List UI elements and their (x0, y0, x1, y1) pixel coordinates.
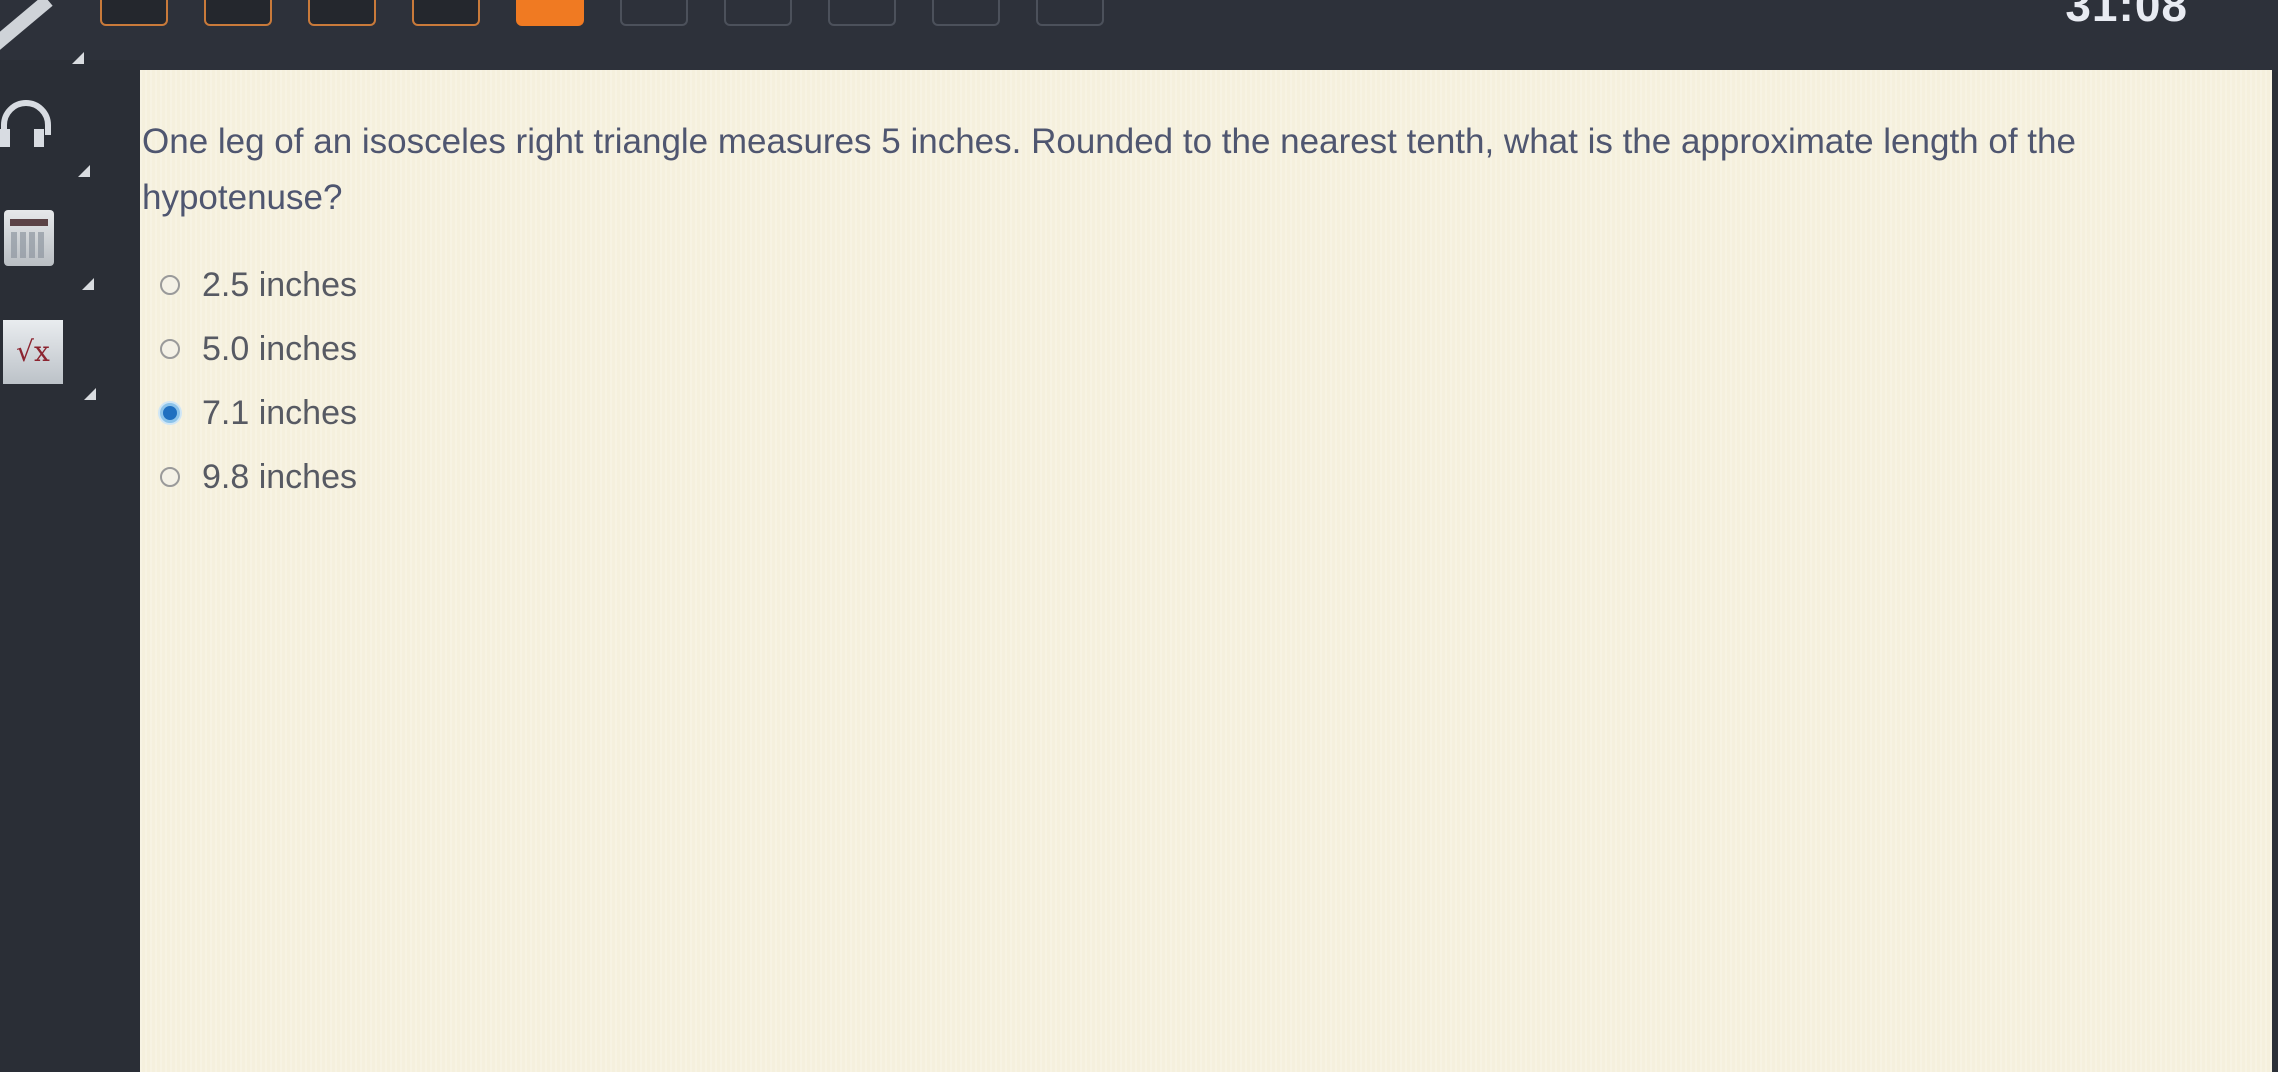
headphones-icon (0, 100, 51, 147)
question-nav-button-10[interactable] (1036, 0, 1104, 26)
question-nav-button-6[interactable] (620, 0, 688, 26)
answer-choice-1[interactable]: 2.5 inches (160, 253, 357, 317)
calculator-keys (11, 232, 47, 258)
timer: 31:08 (2065, 0, 2188, 31)
radio-button[interactable] (160, 275, 180, 295)
answer-choice-2[interactable]: 5.0 inches (160, 317, 357, 381)
radio-button[interactable] (160, 467, 180, 487)
choice-label: 9.8 inches (202, 457, 357, 496)
answer-choice-4[interactable]: 9.8 inches (160, 445, 357, 509)
question-navigation (100, 0, 1104, 28)
question-nav-button-5-current[interactable] (516, 0, 584, 26)
formula-button[interactable]: √x (3, 320, 63, 384)
question-panel: One leg of an isosceles right triangle m… (140, 70, 2272, 1072)
question-nav-button-7[interactable] (724, 0, 792, 26)
formula-icon: √x (16, 335, 50, 368)
calculator-icon (10, 219, 48, 226)
pencil-icon[interactable] (0, 0, 53, 51)
answer-choices: 2.5 inches 5.0 inches 7.1 inches 9.8 inc… (160, 253, 357, 509)
headphones-button[interactable] (0, 95, 55, 150)
answer-choice-3[interactable]: 7.1 inches (160, 381, 357, 445)
radio-button[interactable] (160, 339, 180, 359)
choice-label: 5.0 inches (202, 329, 357, 368)
corner-marker-icon (78, 165, 90, 177)
question-nav-button-8[interactable] (828, 0, 896, 26)
question-nav-button-2[interactable] (204, 0, 272, 26)
question-nav-button-3[interactable] (308, 0, 376, 26)
tool-sidebar: √x (0, 52, 140, 1072)
choice-label: 7.1 inches (202, 393, 357, 432)
question-nav-button-9[interactable] (932, 0, 1000, 26)
corner-marker-icon (72, 52, 84, 64)
choice-label: 2.5 inches (202, 265, 357, 304)
calculator-button[interactable] (4, 210, 54, 266)
question-nav-button-4[interactable] (412, 0, 480, 26)
top-bar: 31:08 (0, 0, 2278, 72)
corner-marker-icon (82, 278, 94, 290)
question-nav-button-1[interactable] (100, 0, 168, 26)
question-text: One leg of an isosceles right triangle m… (142, 122, 2076, 217)
radio-button-selected[interactable] (160, 403, 180, 423)
corner-marker-icon (84, 388, 96, 400)
